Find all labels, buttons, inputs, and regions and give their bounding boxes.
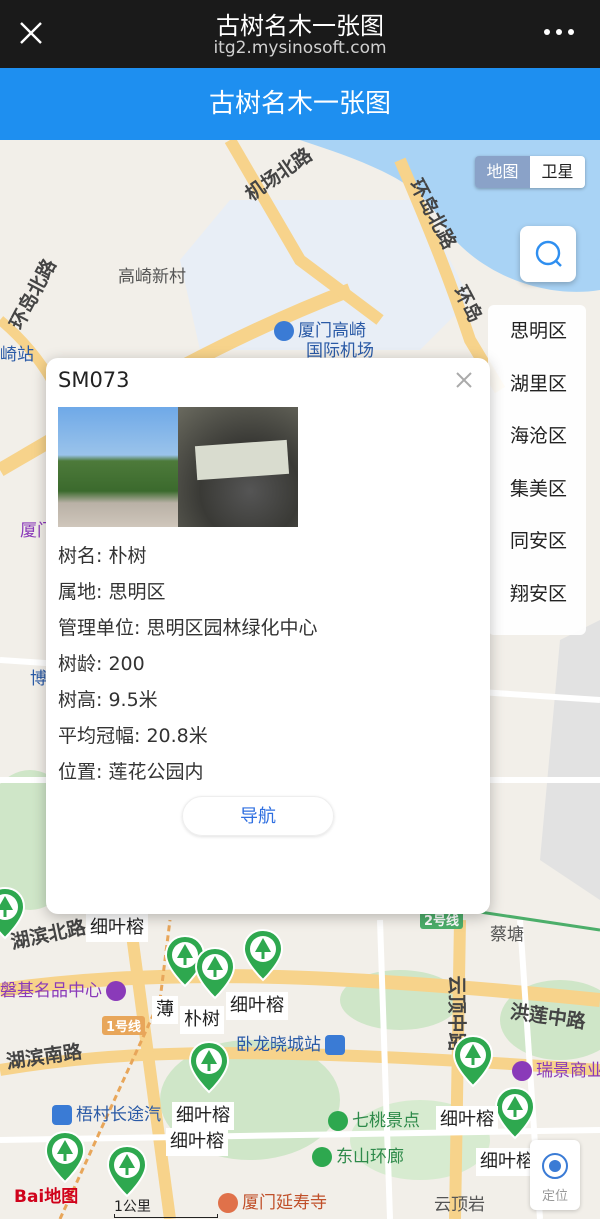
tree-info-popup: SM073 树名: 朴树 属地: 思明区 管理单位: 思明区园林绿化中心 树龄:… <box>46 358 490 914</box>
scale-bar <box>114 1214 218 1218</box>
page-header: 古树名木一张图 <box>0 68 600 140</box>
info-row: 属地: 思明区 <box>58 581 166 603</box>
tree-marker[interactable] <box>495 1087 535 1139</box>
info-row: 树高: 9.5米 <box>58 689 158 711</box>
locate-button[interactable]: 定位 <box>530 1140 580 1210</box>
browser-top-bar: 古树名木一张图 itg2.mysinosoft.com <box>0 0 600 68</box>
tree-plate-photo[interactable] <box>178 407 298 527</box>
scale-label: 1公里 <box>114 1199 151 1215</box>
locate-icon <box>542 1153 568 1179</box>
tree-marker[interactable] <box>45 1131 85 1183</box>
info-row: 树名: 朴树 <box>58 545 147 567</box>
tree-marker[interactable] <box>189 1041 229 1093</box>
tree-label: 细叶榕 <box>436 1106 498 1134</box>
tree-label: 细叶榕 <box>172 1102 234 1130</box>
tree-marker[interactable] <box>195 947 235 999</box>
tree-marker[interactable] <box>243 929 283 981</box>
tree-label: 细叶榕 <box>86 914 148 942</box>
close-icon[interactable] <box>454 370 474 390</box>
navigate-button[interactable]: 导航 <box>182 796 334 836</box>
tree-label: 薄 <box>152 996 178 1024</box>
tree-marker[interactable] <box>0 887 25 939</box>
baidu-logo: Bai地图 <box>14 1187 79 1207</box>
locate-label: 定位 <box>541 1189 568 1204</box>
window-url: itg2.mysinosoft.com <box>213 38 387 58</box>
info-row: 树龄: 200 <box>58 653 145 675</box>
tree-label: 细叶榕 <box>166 1128 228 1156</box>
window-title: 古树名木一张图 <box>216 12 384 40</box>
map-view[interactable]: 机场北路 环岛北路 环岛 环岛北路 湖滨北路 湖滨南路 洪莲中路 云顶中路 1号… <box>0 140 600 1219</box>
info-row: 平均冠幅: 20.8米 <box>58 725 208 747</box>
tree-marker[interactable] <box>453 1035 493 1087</box>
info-row: 管理单位: 思明区园林绿化中心 <box>58 617 318 639</box>
more-icon[interactable] <box>544 22 578 42</box>
info-row: 位置: 莲花公园内 <box>58 761 204 783</box>
tree-photo[interactable] <box>58 407 178 527</box>
popup-title: SM073 <box>58 368 130 392</box>
tree-label: 细叶榕 <box>476 1148 538 1176</box>
tree-marker[interactable] <box>107 1145 147 1197</box>
tree-label: 细叶榕 <box>226 992 288 1020</box>
tree-info-list: 树名: 朴树 属地: 思明区 管理单位: 思明区园林绿化中心 树龄: 200 树… <box>58 538 317 790</box>
tree-label: 朴树 <box>180 1006 224 1034</box>
